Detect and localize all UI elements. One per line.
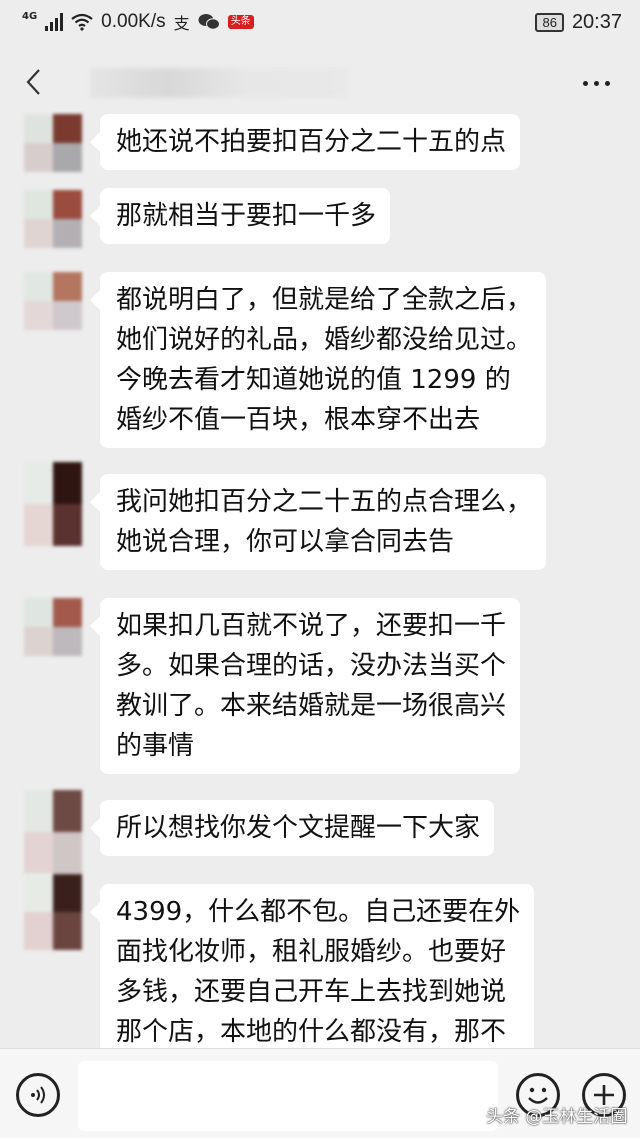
message-bubble[interactable]: 4399，什么都不包。自己还要在外 面找化妆师，租礼服婚纱。也要好 多钱，还要自… [89,884,535,1048]
toutiao-badge: 头条 [227,15,254,29]
more-options-button[interactable] [576,68,616,98]
avatar[interactable] [24,462,82,546]
message-bubble[interactable]: 都说明白了，但就是给了全款之后， 她们说好的礼品，婚纱都没给见过。 今晚去看才知… [89,272,547,448]
battery-icon: 86 [535,12,564,32]
status-bar: 4G 0.00K/s 支 头条 86 20:37 [0,0,640,44]
voice-button[interactable] [16,1073,60,1117]
clock: 20:37 [571,10,622,33]
message-bubble[interactable]: 那就相当于要扣一千多 [89,188,391,244]
avatar[interactable] [24,790,82,874]
wechat-icon [198,14,220,30]
watermark: 头条 @玉林生活圈 [486,1107,628,1127]
signal-icon [45,13,64,31]
avatar[interactable] [24,272,82,330]
chat-title-blurred [90,68,350,98]
back-button[interactable] [18,62,48,102]
alipay-icon: 支 [173,14,190,33]
message-bubble[interactable]: 如果扣几百就不说了，还要扣一千 多。如果合理的话，没办法当买个 教训了。本来结婚… [89,598,521,774]
chat-header [0,44,640,120]
message-bubble[interactable]: 我问她扣百分之二十五的点合理么， 她说合理，你可以拿合同去告 [89,474,547,570]
network-speed: 0.00K/s [101,11,166,32]
message-list[interactable]: 她还说不拍要扣百分之二十五的点 那就相当于要扣一千多 都说明白了，但就是给了全款… [0,110,640,1048]
avatar[interactable] [24,874,82,950]
more-dots-icon [582,80,588,86]
message-input[interactable] [78,1061,498,1131]
network-type: 4G [22,10,38,22]
message-bubble[interactable]: 所以想找你发个文提醒一下大家 [89,800,495,856]
wifi-icon [71,13,93,31]
avatar[interactable] [24,190,82,248]
chevron-left-icon [26,69,40,95]
message-bubble[interactable]: 她还说不拍要扣百分之二十五的点 [89,114,521,170]
avatar[interactable] [24,598,82,656]
voice-icon [31,1086,45,1104]
avatar[interactable] [24,114,82,172]
